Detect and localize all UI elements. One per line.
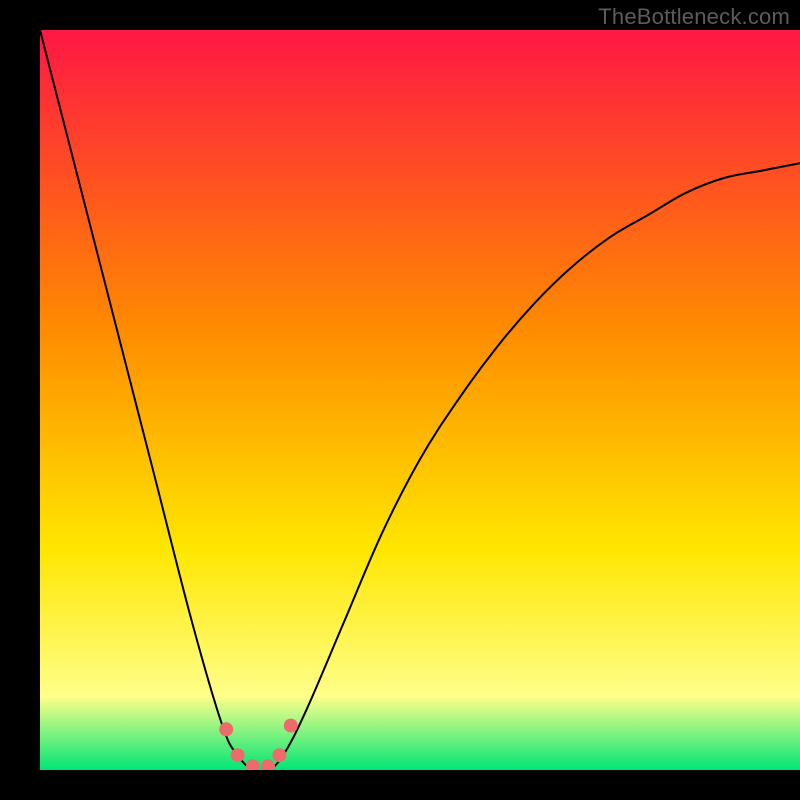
highlight-marker: [219, 722, 233, 736]
highlight-marker: [284, 719, 298, 733]
watermark-text: TheBottleneck.com: [598, 4, 790, 30]
chart-background: [40, 30, 800, 770]
chart-frame: TheBottleneck.com: [0, 0, 800, 800]
highlight-marker: [272, 748, 286, 762]
chart-plot-area: [40, 30, 800, 770]
highlight-marker: [231, 748, 245, 762]
chart-svg: [40, 30, 800, 770]
